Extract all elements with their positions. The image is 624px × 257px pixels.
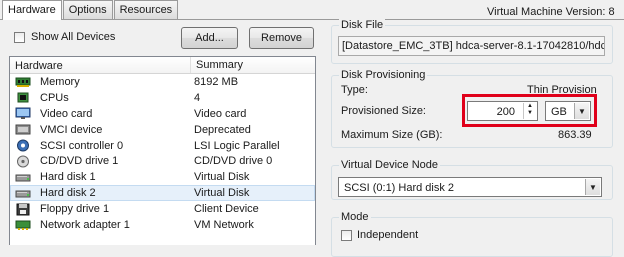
hardware-cell: Memory (11, 75, 192, 88)
hardware-name: CPUs (40, 91, 69, 104)
hardware-name: SCSI controller 0 (40, 139, 124, 152)
summary-cell: CD/DVD drive 0 (194, 155, 273, 168)
scsi-controller-icon (15, 139, 31, 152)
hardware-name: Memory (40, 75, 80, 88)
maximum-size-value: 863.39 (558, 129, 592, 141)
summary-cell: VM Network (194, 218, 254, 231)
independent-label: Independent (357, 229, 419, 241)
maximum-size-label: Maximum Size (GB): (341, 129, 443, 141)
table-row[interactable]: CD/DVD drive 1 CD/DVD drive 0 (10, 153, 315, 169)
disk-file-field[interactable]: [Datastore_EMC_3TB] hdca-server-8.1-1704… (338, 36, 605, 56)
hardware-cell: Hard disk 2 (11, 187, 192, 200)
provisioning-type-label: Type: (341, 84, 368, 96)
virtual-device-node-value: SCSI (0:1) Hard disk 2 (344, 182, 455, 194)
remove-button[interactable]: Remove (249, 27, 314, 49)
hard-disk-icon (15, 187, 31, 200)
hardware-name: Floppy drive 1 (40, 203, 110, 216)
virtual-device-node-label: Virtual Device Node (339, 159, 441, 171)
column-header-summary[interactable]: Summary (191, 57, 243, 73)
cd-dvd-drive-icon (15, 155, 31, 168)
floppy-drive-icon (15, 203, 31, 216)
disk-file-group: Disk File [Datastore_EMC_3TB] hdca-serve… (331, 19, 613, 64)
hardware-name: Hard disk 2 (40, 187, 96, 200)
hardware-name: VMCI device (40, 123, 103, 136)
table-row[interactable]: Video card Video card (10, 106, 315, 122)
memory-icon (15, 75, 31, 88)
hardware-cell: Hard disk 1 (11, 171, 192, 184)
tab-divider (0, 19, 624, 20)
table-row[interactable]: Floppy drive 1 Client Device (10, 201, 315, 217)
table-row[interactable]: Network adapter 1 VM Network (10, 217, 315, 233)
summary-cell: LSI Logic Parallel (194, 139, 280, 152)
tab-options[interactable]: Options (62, 0, 113, 19)
hardware-cell: CD/DVD drive 1 (11, 155, 192, 168)
summary-cell: Deprecated (194, 123, 251, 136)
tab-resources[interactable]: Resources (113, 0, 179, 19)
add-button[interactable]: Add... (181, 27, 238, 49)
summary-cell: Virtual Disk (194, 187, 250, 200)
table-row[interactable]: SCSI controller 0 LSI Logic Parallel (10, 138, 315, 154)
summary-cell: Video card (194, 107, 247, 120)
disk-provisioning-label: Disk Provisioning (339, 69, 428, 81)
independent-check-box[interactable] (341, 229, 352, 241)
show-all-devices-check-box[interactable] (14, 31, 25, 43)
cpu-icon (15, 91, 31, 104)
chevron-down-icon[interactable]: ▼ (585, 179, 600, 195)
table-row[interactable]: Hard disk 1 Virtual Disk (10, 169, 315, 185)
summary-cell: 4 (194, 91, 201, 104)
show-all-devices-checkbox[interactable]: Show All Devices (14, 31, 115, 43)
hardware-name: CD/DVD drive 1 (40, 155, 119, 168)
summary-cell: Virtual Disk (194, 171, 250, 184)
hardware-list-header: Hardware Summary (10, 57, 315, 74)
vm-version-label: Virtual Machine Version: 8 (487, 6, 615, 18)
hardware-cell: CPUs (11, 91, 192, 104)
hardware-name: Video card (40, 107, 93, 120)
network-adapter-icon (15, 218, 31, 231)
provisioned-size-label: Provisioned Size: (341, 105, 426, 117)
table-row[interactable]: Hard disk 2 Virtual Disk (10, 185, 315, 202)
video-card-icon (15, 107, 31, 120)
summary-cell: Client Device (194, 203, 259, 216)
hardware-cell: VMCI device (11, 123, 192, 136)
hardware-cell: Network adapter 1 (11, 218, 192, 231)
hardware-list[interactable]: Hardware Summary Memory 8192 MB CPUs 4 Video… (9, 56, 316, 245)
hardware-cell: Floppy drive 1 (11, 203, 192, 216)
virtual-device-node-select[interactable]: SCSI (0:1) Hard disk 2 ▼ (338, 177, 602, 197)
disk-file-label: Disk File (339, 19, 386, 31)
independent-checkbox[interactable]: Independent (341, 229, 418, 241)
column-header-hardware[interactable]: Hardware (10, 57, 191, 73)
disk-file-path: [Datastore_EMC_3TB] hdca-server-8.1-1704… (342, 40, 604, 52)
tab-hardware[interactable]: Hardware (2, 0, 62, 20)
hardware-cell: Video card (11, 107, 192, 120)
hardware-cell: SCSI controller 0 (11, 139, 192, 152)
summary-cell: 8192 MB (194, 75, 239, 88)
hardware-name: Hard disk 1 (40, 171, 96, 184)
table-row[interactable]: CPUs 4 (10, 90, 315, 106)
tab-bar: Hardware Options Resources (2, 0, 179, 20)
mode-label: Mode (339, 211, 371, 223)
table-row[interactable]: VMCI device Deprecated (10, 122, 315, 138)
show-all-devices-label: Show All Devices (31, 31, 116, 43)
table-row[interactable]: Memory 8192 MB (10, 74, 315, 90)
vmci-device-icon (15, 123, 31, 136)
hard-disk-icon (15, 171, 31, 184)
highlight-box (462, 94, 597, 127)
hardware-name: Network adapter 1 (40, 218, 130, 231)
